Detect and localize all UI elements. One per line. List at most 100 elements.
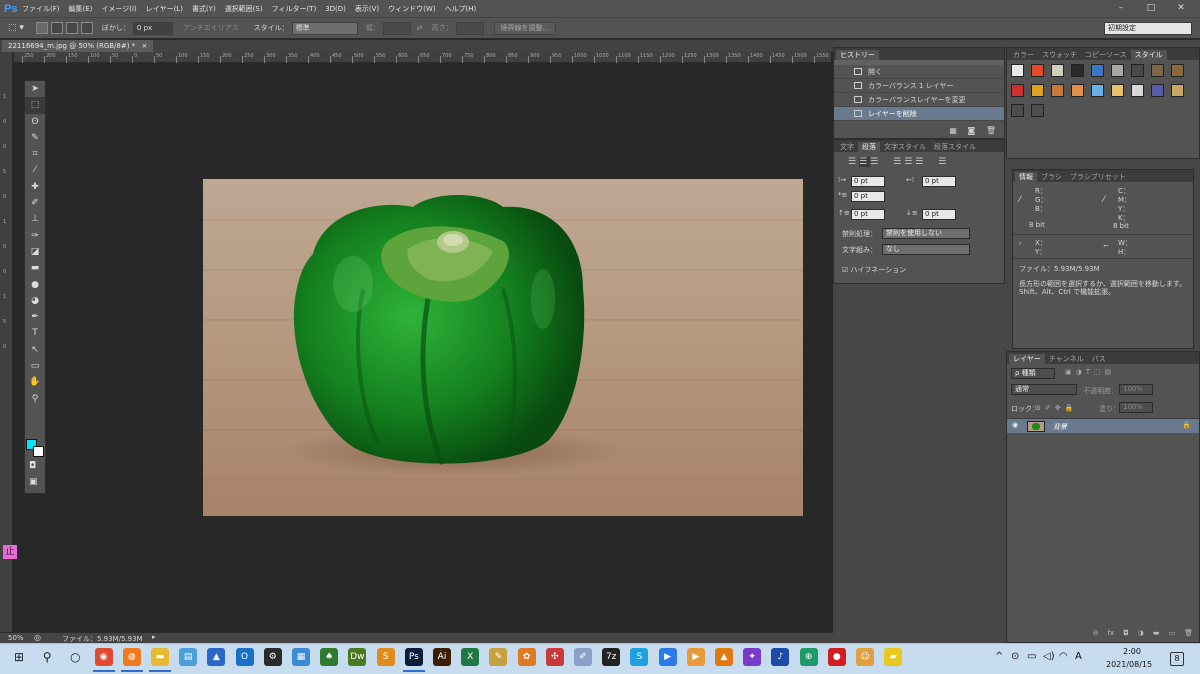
style-swatch[interactable]	[1091, 84, 1104, 97]
photos-icon[interactable]: ▲	[207, 648, 226, 666]
adjustment-layer-icon[interactable]: ◑	[1138, 629, 1144, 637]
delete-icon[interactable]: 🗑	[986, 126, 996, 135]
style-swatch[interactable]	[1011, 64, 1024, 77]
blend-mode-select[interactable]: 通常	[1011, 384, 1077, 395]
cortana-icon[interactable]: ○	[66, 648, 84, 666]
horizontal-ruler[interactable]: 250 200 150 100 50 0 50 100 150 200 250 300 350 400 45…	[14, 52, 851, 63]
menu-select[interactable]: 選択範囲(S)	[225, 4, 263, 14]
link-layers-icon[interactable]: ⊖	[1093, 629, 1099, 637]
justify-right-icon[interactable]: ☰	[915, 157, 926, 167]
menu-3d[interactable]: 3D(D)	[325, 5, 346, 13]
clock-date[interactable]: 2021/08/15	[1106, 660, 1152, 669]
history-item[interactable]: カラーバランスレイヤーを変更	[834, 93, 1004, 107]
files-icon[interactable]: ▤	[179, 648, 198, 666]
marquee-tool[interactable]: ⬚	[25, 97, 45, 114]
chrome-icon[interactable]: ◉	[94, 648, 113, 666]
illustrator-icon[interactable]: Ai	[433, 648, 451, 666]
tray-battery-icon[interactable]: ▭	[1027, 651, 1036, 662]
lock-icons[interactable]: ⊞✐✥🔒	[1035, 404, 1077, 412]
dreamweaver-icon[interactable]: Dw	[348, 648, 367, 666]
refine-edge-button[interactable]: 境界線を調整...	[493, 21, 557, 35]
delete-layer-icon[interactable]: 🗑	[1184, 629, 1193, 637]
history-item[interactable]: カラーバランス 1 レイヤー	[834, 79, 1004, 93]
paint-icon[interactable]: ✎	[489, 648, 508, 666]
style-swatch[interactable]	[1011, 104, 1024, 117]
tab-paragraph-styles[interactable]: 段落スタイル	[930, 142, 980, 152]
tray-ime-icon[interactable]: ⊙	[1011, 651, 1019, 662]
rectangle-tool[interactable]: ▭	[25, 358, 45, 374]
quick-mask-icon[interactable]: ◘	[29, 461, 36, 471]
subtract-selection-icon[interactable]	[65, 22, 78, 34]
news-icon[interactable]: ▦	[292, 648, 310, 666]
butterfly-icon[interactable]: ✿	[517, 648, 536, 666]
tab-character[interactable]: 文字	[836, 142, 858, 152]
space-after-input[interactable]: 0 pt	[922, 209, 956, 220]
history-item[interactable]: 開く	[834, 65, 1004, 79]
width-input[interactable]	[382, 21, 411, 35]
close-button[interactable]: ✕	[1166, 0, 1196, 17]
style-swatch[interactable]	[1031, 64, 1044, 77]
style-swatch[interactable]	[1071, 84, 1084, 97]
style-swatch[interactable]	[1151, 84, 1164, 97]
tab-character-styles[interactable]: 文字スタイル	[880, 142, 930, 152]
eyedropper-tool[interactable]: ⁄	[25, 162, 45, 178]
style-swatch[interactable]	[1171, 84, 1184, 97]
music-icon[interactable]: ♪	[771, 648, 790, 666]
indent-right-input[interactable]: 0 pt	[922, 176, 956, 187]
indent-left-input[interactable]: 0 pt	[851, 176, 885, 187]
ime-indicator[interactable]: 止	[3, 545, 17, 559]
tab-paragraph[interactable]: 段落	[858, 142, 880, 152]
justify-center-icon[interactable]: ☰	[904, 157, 915, 167]
style-swatch[interactable]	[1031, 84, 1044, 97]
healing-brush-tool[interactable]: ✚	[25, 179, 45, 195]
tray-wifi-icon[interactable]: ◠	[1059, 651, 1068, 662]
menu-filter[interactable]: フィルター(T)	[272, 4, 317, 14]
brush-icon[interactable]: ✐	[574, 648, 592, 666]
height-input[interactable]	[455, 21, 484, 35]
new-document-icon[interactable]: ▦	[949, 126, 957, 135]
style-swatch[interactable]	[1051, 84, 1064, 97]
fill-input[interactable]: 100%	[1119, 402, 1153, 413]
style-swatch[interactable]	[1111, 64, 1124, 77]
dodge-tool[interactable]: ◕	[25, 293, 45, 309]
hyphenation-checkbox[interactable]: ☑ ハイフネーション	[842, 265, 906, 275]
style-swatch[interactable]	[1071, 64, 1084, 77]
clock-time[interactable]: 2:00	[1123, 647, 1141, 656]
status-arrow-icon[interactable]: ▸	[152, 633, 156, 641]
clone-stamp-tool[interactable]: ⊥	[25, 211, 45, 227]
add-selection-icon[interactable]	[50, 22, 63, 34]
snapshot-icon[interactable]: ◙	[968, 126, 976, 135]
tab-history[interactable]: ヒストリー	[836, 50, 879, 60]
marquee-tool-preset-icon[interactable]: ⬚ ▾	[8, 23, 24, 33]
swap-icon[interactable]: ⇄	[417, 24, 423, 32]
gradient-tool[interactable]: ▬	[25, 260, 45, 276]
indent-first-line-input[interactable]: 0 pt	[851, 191, 885, 202]
sublime-icon[interactable]: S	[376, 648, 395, 666]
style-swatch[interactable]	[1151, 64, 1164, 77]
tab-brush[interactable]: ブラシ	[1037, 172, 1066, 182]
screen-mode-icon[interactable]: ▣	[29, 477, 38, 487]
style-swatch[interactable]	[1111, 84, 1124, 97]
intersect-selection-icon[interactable]	[80, 22, 93, 34]
add-mask-icon[interactable]: ◘	[1123, 629, 1129, 637]
rabbit-icon[interactable]: ✦	[743, 648, 762, 666]
style-swatch[interactable]	[1091, 64, 1104, 77]
close-tab-icon[interactable]: ×	[141, 42, 147, 50]
tab-styles[interactable]: スタイル	[1130, 50, 1167, 60]
vlc-icon[interactable]: ▲	[715, 648, 733, 666]
new-selection-icon[interactable]	[35, 22, 48, 34]
space-before-input[interactable]: 0 pt	[851, 209, 885, 220]
notes-icon[interactable]: ▰	[884, 648, 903, 666]
align-left-icon[interactable]: ☰	[848, 157, 859, 167]
workspace-select[interactable]: 初期設定	[1104, 22, 1192, 35]
opacity-input[interactable]: 100%	[1119, 384, 1153, 395]
settings-icon[interactable]: ⚙	[263, 648, 282, 666]
align-center-icon[interactable]: ☰	[859, 157, 871, 167]
zoom-icon[interactable]: ▶	[658, 648, 677, 666]
menu-type[interactable]: 書式(Y)	[192, 4, 216, 14]
tab-swatches[interactable]: スウォッチ	[1038, 50, 1081, 60]
menu-edit[interactable]: 編集(E)	[69, 4, 93, 14]
pen-tool[interactable]: ✒	[25, 309, 45, 325]
network-icon[interactable]: ✣	[545, 648, 564, 666]
new-group-icon[interactable]: ▬	[1153, 629, 1160, 637]
